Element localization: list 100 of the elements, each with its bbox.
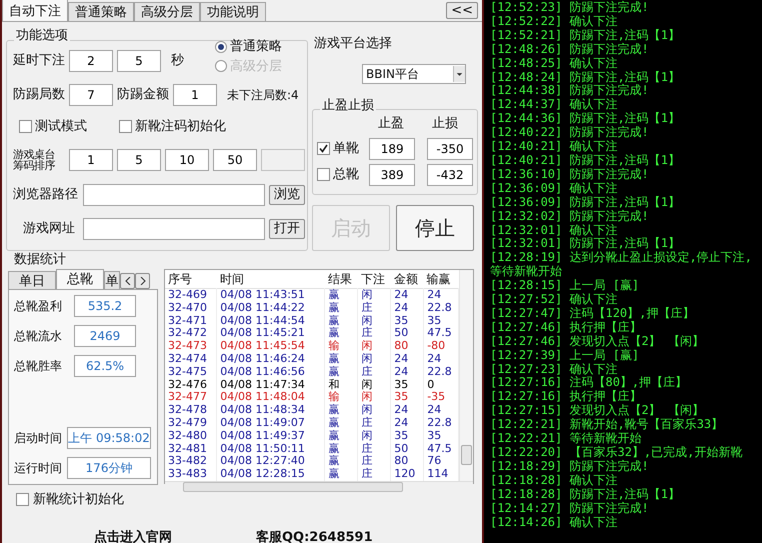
stat-value[interactable]: 上午 09:58:02 — [67, 427, 151, 449]
checkbox[interactable] — [16, 493, 29, 506]
table-cell: 庄 — [358, 442, 391, 456]
tab[interactable]: 普通策略 — [68, 2, 134, 21]
table-cell: 闲 — [358, 378, 391, 392]
log-line: [12:36:09] 确认下注 — [490, 182, 618, 196]
table-cell: 35 — [390, 430, 424, 443]
log-line: [12:44:36] 防踢下注,注码【1】 — [490, 112, 681, 126]
collapse-button[interactable]: << — [446, 2, 478, 19]
column-header[interactable]: 结果 — [324, 270, 358, 288]
platform-label: 游戏平台选择 — [313, 35, 393, 53]
table-cell: 80 — [390, 340, 424, 353]
log-line: [12:18:28] 确认下注 — [490, 474, 618, 488]
log-line: [12:40:22] 防踢下注完成! — [490, 126, 650, 140]
log-line: [12:52:22] 确认下注 — [490, 14, 618, 29]
checkbox[interactable] — [19, 120, 32, 133]
table-cell: 32-478 — [165, 404, 217, 417]
field-label: 游戏网址 — [22, 220, 76, 238]
log-line: [12:27:15] 发现切入点【2】 【闲】 — [490, 404, 705, 418]
status-text: 未下注局数:4 — [227, 86, 299, 104]
checkbox-label: 新靴注码初始化 — [135, 118, 226, 136]
table-cell: 赢 — [324, 314, 358, 328]
log-line: [12:32:02] 防踢下注完成! — [490, 210, 650, 224]
log-line: [12:32:01] 防踢下注,注码【1】 — [490, 237, 681, 251]
table-cell: 32-471 — [165, 314, 217, 328]
stat-label: 总靴流水 — [14, 328, 63, 345]
table-cell: 输 — [324, 391, 358, 404]
field-label: 游戏桌台筹码排序 — [13, 148, 56, 170]
column-header[interactable]: 时间 — [216, 270, 325, 288]
column-header[interactable]: 下注 — [358, 270, 391, 288]
stat-label: 总靴盈利 — [14, 298, 63, 315]
input-field[interactable]: 189 — [369, 138, 416, 160]
stat-value[interactable]: 535.2 — [74, 295, 136, 317]
table-cell: 32-480 — [165, 430, 217, 443]
table-cell: 赢 — [324, 302, 358, 315]
scroll-left-button[interactable] — [120, 273, 135, 289]
table-cell: 50 — [390, 327, 424, 340]
log-line: [12:32:01] 确认下注 — [490, 224, 618, 237]
input-field[interactable] — [83, 218, 265, 240]
input-field[interactable]: 2 — [69, 50, 113, 72]
section-title: 数据统计 — [13, 253, 67, 267]
tab[interactable]: 高级分层 — [134, 2, 200, 21]
input-field[interactable]: 5 — [117, 148, 161, 170]
checkbox[interactable] — [119, 120, 132, 133]
table-cell: 32-476 — [165, 378, 217, 392]
table-cell: 04/08 11:44:22 — [216, 302, 325, 315]
platform-dropdown[interactable]: BBIN平台 — [362, 64, 466, 84]
input-field[interactable]: 50 — [213, 148, 257, 170]
table-cell: 闲 — [358, 340, 391, 353]
radio-option[interactable]: 普通策略 — [215, 37, 282, 56]
table-cell: 04/08 11:48:04 — [216, 391, 325, 404]
input-field[interactable]: 389 — [369, 164, 416, 186]
input-field[interactable]: 10 — [165, 148, 209, 170]
log-line: [12:18:29] 防踢下注完成! — [490, 460, 650, 474]
input-field[interactable]: -432 — [427, 164, 473, 186]
input-field[interactable] — [83, 184, 265, 206]
stat-value[interactable]: 62.5% — [74, 355, 136, 377]
log-line: [12:27:16] 执行押【庄】 — [490, 390, 642, 404]
input-field[interactable]: -350 — [427, 138, 473, 160]
scroll-right-button[interactable] — [135, 273, 150, 289]
vertical-scrollbar[interactable] — [459, 270, 473, 481]
column-header[interactable]: 输赢 — [424, 270, 458, 288]
table-cell: 赢 — [324, 352, 358, 366]
tab[interactable]: 总靴 — [56, 269, 104, 289]
website-link[interactable]: 点击进入官网 — [94, 528, 172, 543]
input-field[interactable]: 7 — [69, 84, 113, 106]
table-cell: 32-477 — [165, 391, 217, 404]
log-line: [12:40:21] 防踢下注,注码【1】 — [490, 154, 681, 168]
input-field[interactable]: 1 — [173, 84, 217, 106]
browse-button[interactable]: 浏览 — [269, 184, 305, 204]
stop-button[interactable]: 停止 — [396, 205, 474, 251]
input-field[interactable]: 1 — [69, 148, 113, 170]
table-cell: 04/08 11:49:07 — [216, 416, 325, 430]
table-cell: 赢 — [324, 455, 358, 468]
checkbox[interactable] — [317, 142, 330, 155]
stat-value[interactable]: 176分钟 — [67, 457, 151, 479]
log-line: [12:36:09] 防踢下注,注码【1】 — [490, 196, 681, 210]
table-cell: 闲 — [358, 430, 391, 443]
table-cell: 04/08 11:50:11 — [216, 442, 325, 456]
tab[interactable]: 单日 — [8, 271, 56, 289]
open-button[interactable]: 打开 — [269, 218, 305, 238]
column-header[interactable]: 序号 — [165, 270, 217, 288]
tab[interactable]: 功能说明 — [200, 2, 266, 21]
table-cell: 赢 — [324, 404, 358, 417]
checkbox[interactable] — [317, 168, 330, 181]
tab[interactable]: 单 — [104, 271, 120, 289]
table-cell: 04/08 11:43:51 — [216, 288, 325, 302]
table-cell: 04/08 11:46:56 — [216, 366, 325, 379]
table-cell: 闲 — [358, 288, 391, 302]
log-line: [12:28:15] 上一局 [赢] — [490, 279, 640, 293]
tab[interactable]: 自动下注 — [2, 0, 68, 21]
log-line: [12:48:26] 防踢下注完成! — [490, 42, 650, 57]
column-header[interactable]: 金额 — [390, 270, 424, 288]
input-field[interactable]: 5 — [117, 50, 161, 72]
log-line: [12:27:39] 上一局 [赢] — [490, 348, 640, 363]
input-field[interactable] — [261, 148, 305, 170]
table-cell: 闲 — [358, 404, 391, 417]
table-cell: 输 — [324, 340, 358, 353]
stat-value[interactable]: 2469 — [74, 325, 136, 347]
checkbox-label: 总靴 — [333, 166, 360, 184]
